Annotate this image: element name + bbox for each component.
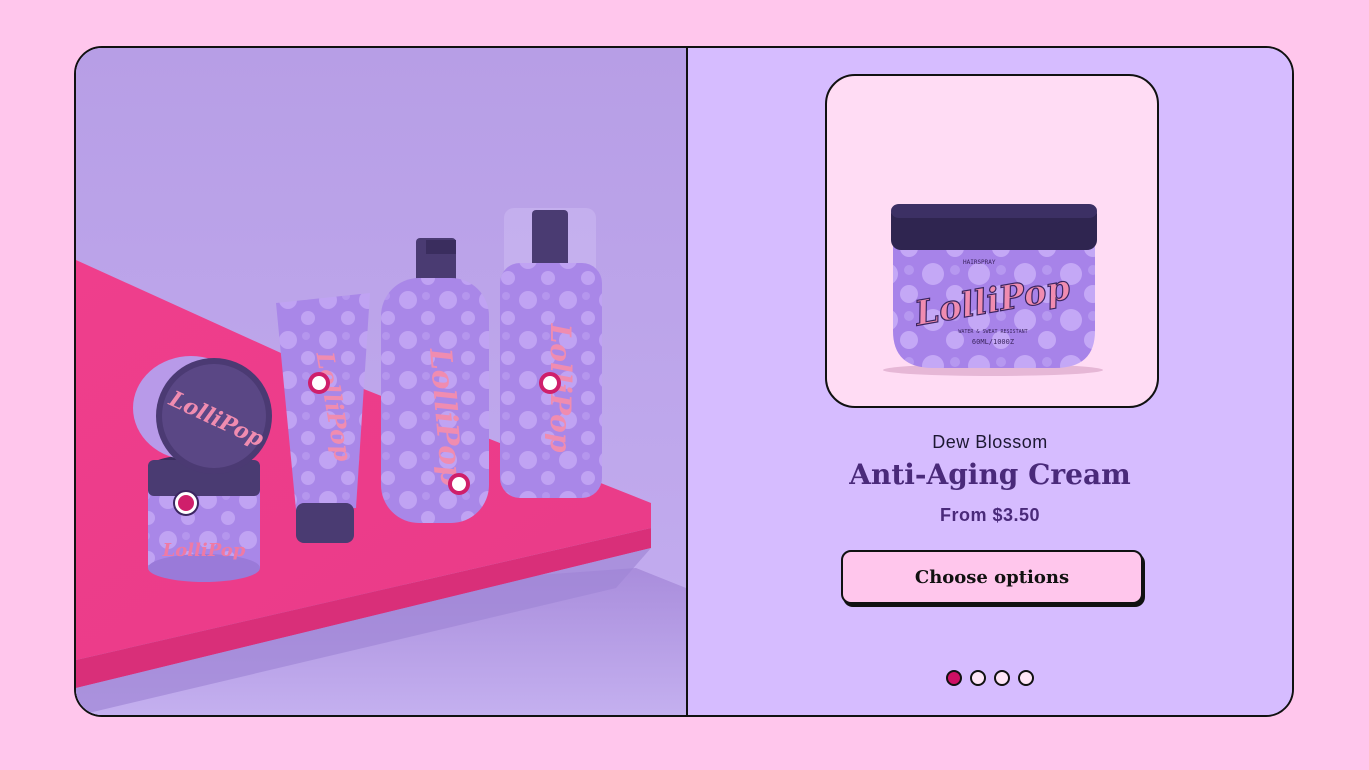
choose-options-button[interactable]: Choose options <box>841 550 1143 604</box>
product-hotspot-card: LolliPop LolliPop LolliPop LolliPop Loll… <box>74 46 1294 717</box>
product-title[interactable]: Anti-Aging Cream <box>688 458 1292 491</box>
product-price: From $3.50 <box>939 505 1041 525</box>
jar-volume: 60ML/1000Z <box>972 338 1014 346</box>
jar-label-bottom: WATER & SWEAT RESISTANT <box>958 329 1027 335</box>
carousel-pagination <box>688 670 1292 686</box>
hotspot-tube[interactable] <box>308 372 330 394</box>
product-image[interactable]: HAIRSPRAY LolliPop WATER & SWEAT RESISTA… <box>825 74 1159 408</box>
carousel-dot-2[interactable] <box>970 670 986 686</box>
carousel-dot-4[interactable] <box>1018 670 1034 686</box>
hotspot-pump-bottle[interactable] <box>448 473 470 495</box>
carousel-dot-3[interactable] <box>994 670 1010 686</box>
hotspot-spray-bottle[interactable] <box>539 372 561 394</box>
product-panel: HAIRSPRAY LolliPop WATER & SWEAT RESISTA… <box>688 48 1292 715</box>
jar-label-top: HAIRSPRAY <box>963 259 996 266</box>
jar-logo-text: LolliPop <box>162 540 246 561</box>
product-brand: Dew Blossom <box>932 432 1048 452</box>
carousel-dot-1[interactable] <box>946 670 962 686</box>
cream-jar-illustration: HAIRSPRAY LolliPop WATER & SWEAT RESISTA… <box>883 204 1103 376</box>
product-shelf-illustration: LolliPop LolliPop LolliPop LolliPop Loll… <box>76 48 686 715</box>
hotspot-jar[interactable] <box>175 492 197 514</box>
lifestyle-scene-image: LolliPop LolliPop LolliPop LolliPop Loll… <box>76 48 688 715</box>
